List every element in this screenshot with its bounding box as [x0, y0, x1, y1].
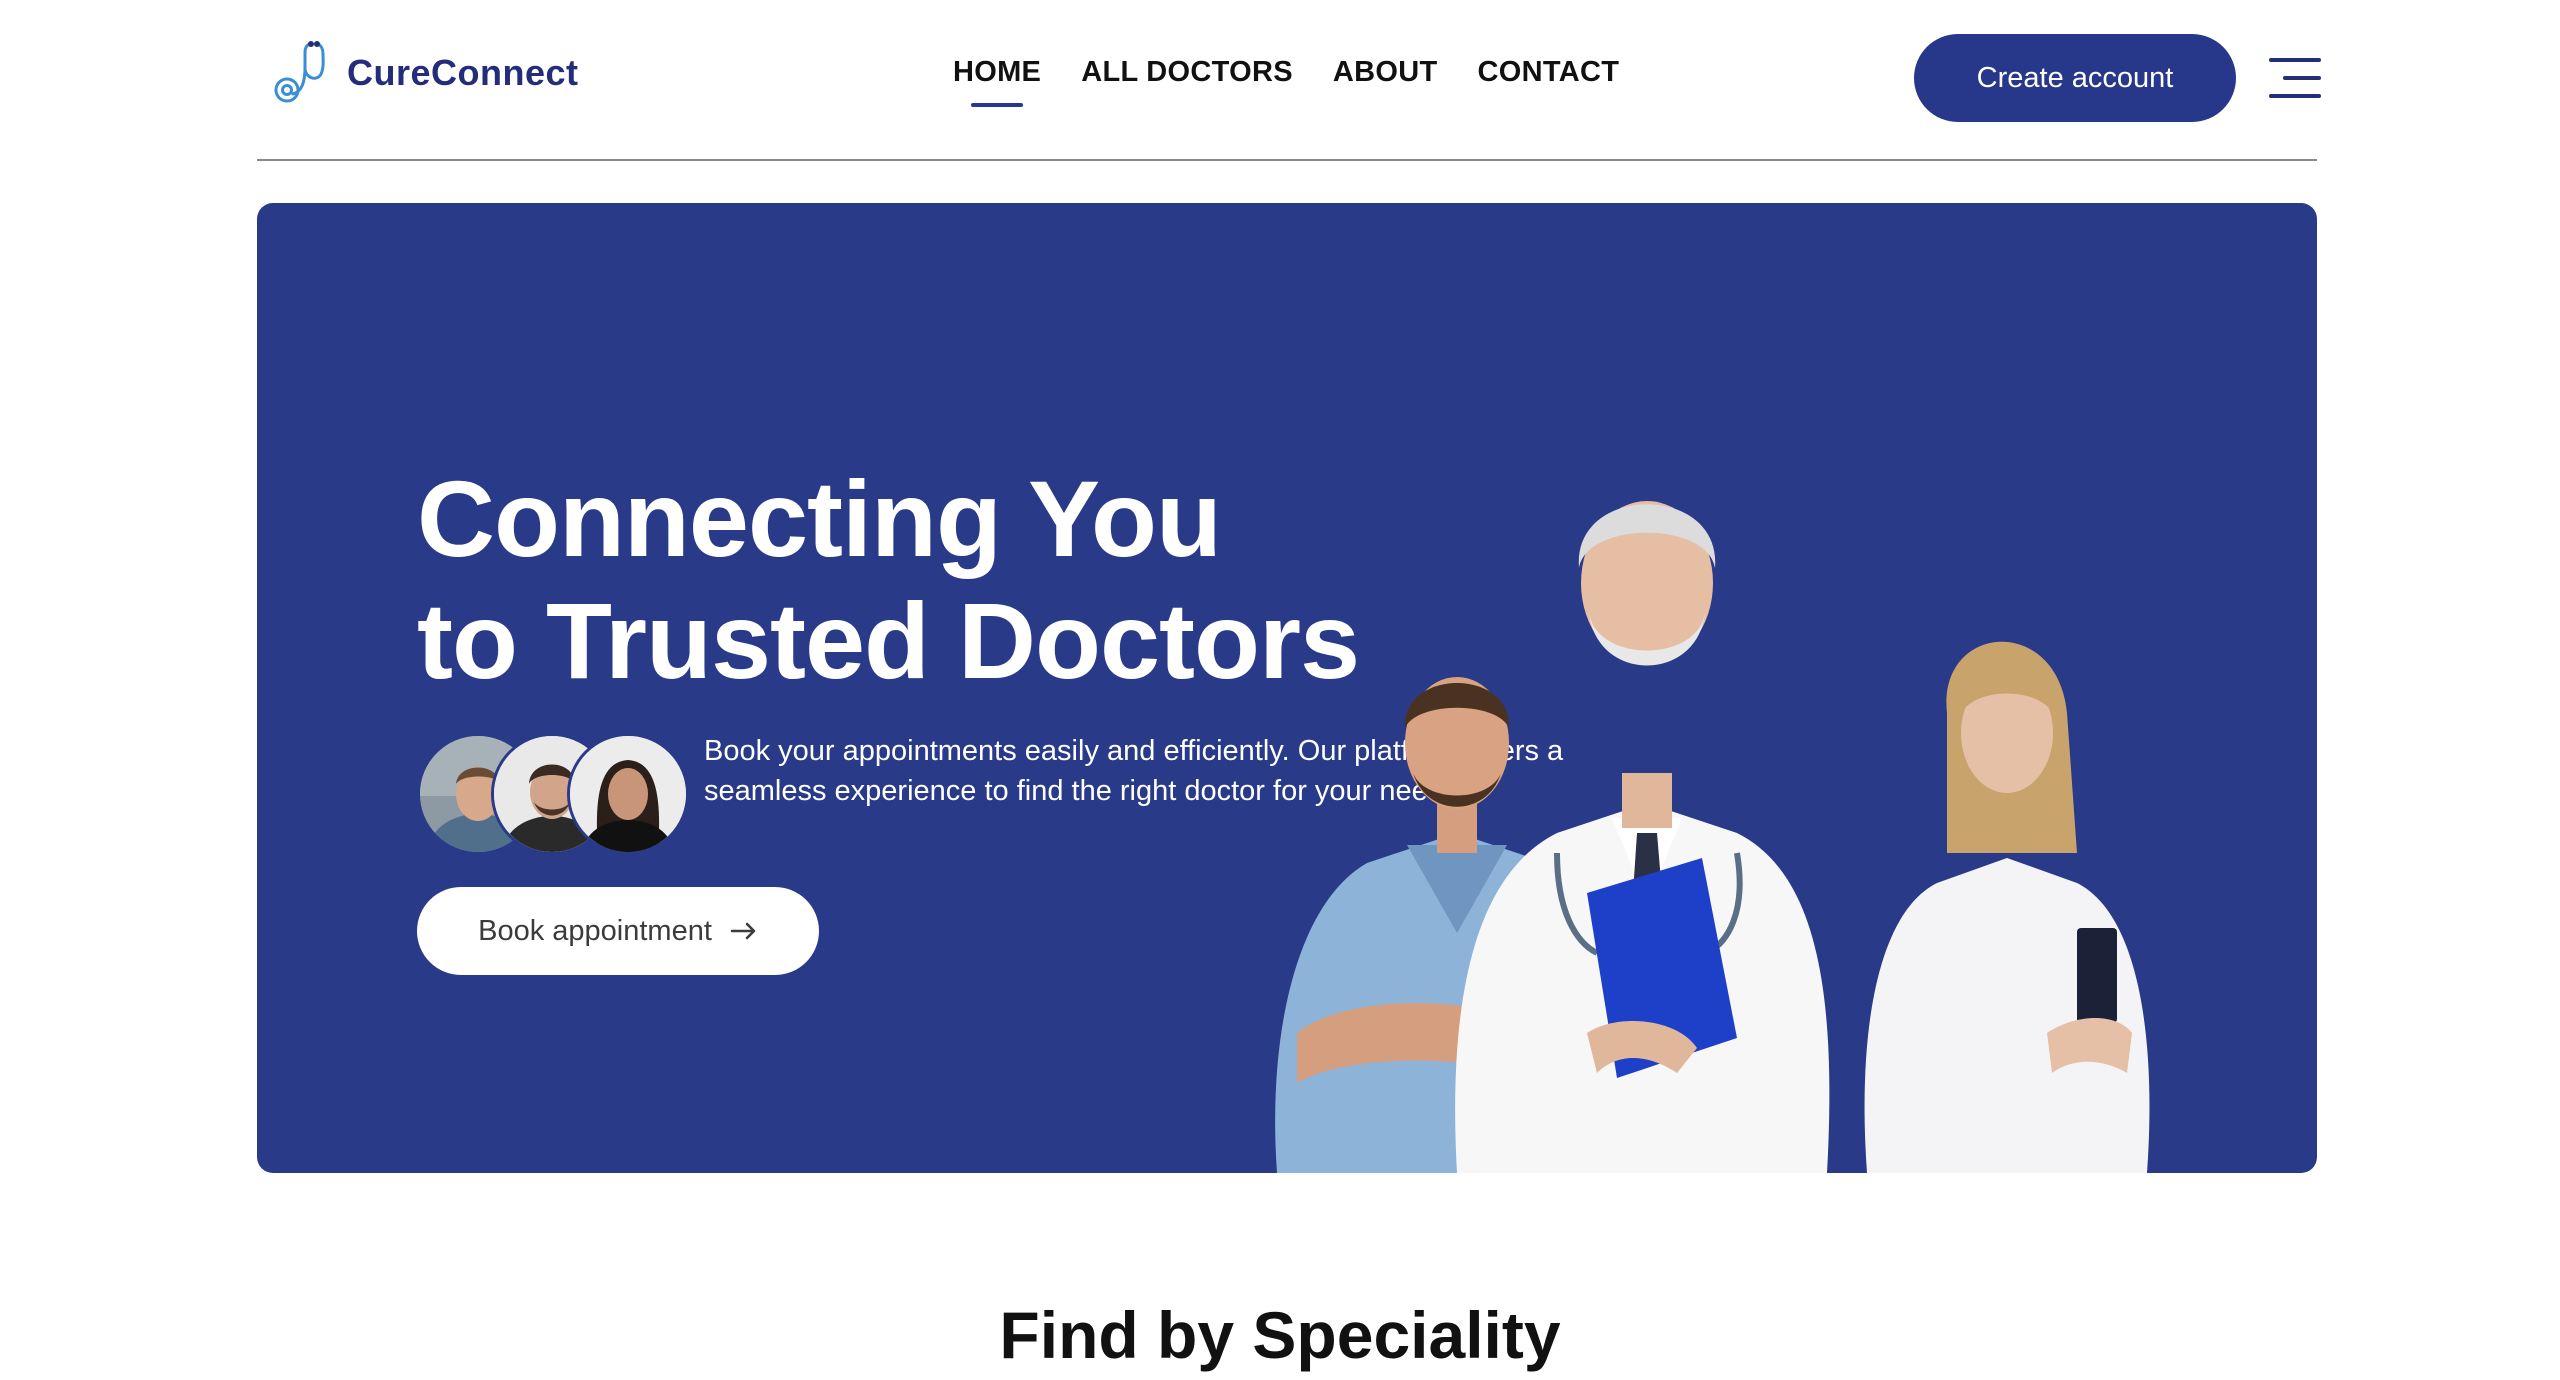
stethoscope-icon — [274, 41, 325, 103]
doctor-avatars-group — [417, 733, 689, 855]
book-appointment-button[interactable]: Book appointment — [417, 887, 819, 975]
nav-item-contact[interactable]: CONTACT — [1478, 56, 1620, 89]
nav-item-about[interactable]: ABOUT — [1333, 56, 1438, 89]
brand-logo[interactable]: CureConnect — [271, 38, 579, 108]
doctor-woman-figure — [1864, 641, 2150, 1173]
hamburger-menu-icon[interactable] — [2269, 58, 2321, 98]
book-appointment-label: Book appointment — [478, 914, 712, 947]
main-nav: HOME ALL DOCTORS ABOUT CONTACT — [953, 56, 1619, 89]
brand-name: CureConnect — [347, 52, 579, 93]
hero-title-line-2: to Trusted Doctors — [417, 580, 1360, 701]
avatar — [567, 733, 689, 855]
hero-title-line-1: Connecting You — [417, 458, 1222, 579]
arrow-right-icon — [730, 922, 756, 940]
doctors-group-image — [1275, 501, 2150, 1173]
section-title: Find by Speciality — [999, 1298, 1561, 1372]
site-header: CureConnect HOME ALL DOCTORS ABOUT CONTA… — [257, 0, 2321, 161]
hero-banner: Connecting You to Trusted Doctors Book y… — [257, 203, 2317, 1173]
doctor-senior-figure — [1455, 501, 1830, 1173]
hero-title: Connecting You to Trusted Doctors — [417, 458, 1360, 702]
nav-item-all-doctors[interactable]: ALL DOCTORS — [1081, 56, 1293, 89]
create-account-button[interactable]: Create account — [1914, 34, 2236, 122]
nav-item-home[interactable]: HOME — [953, 56, 1041, 89]
